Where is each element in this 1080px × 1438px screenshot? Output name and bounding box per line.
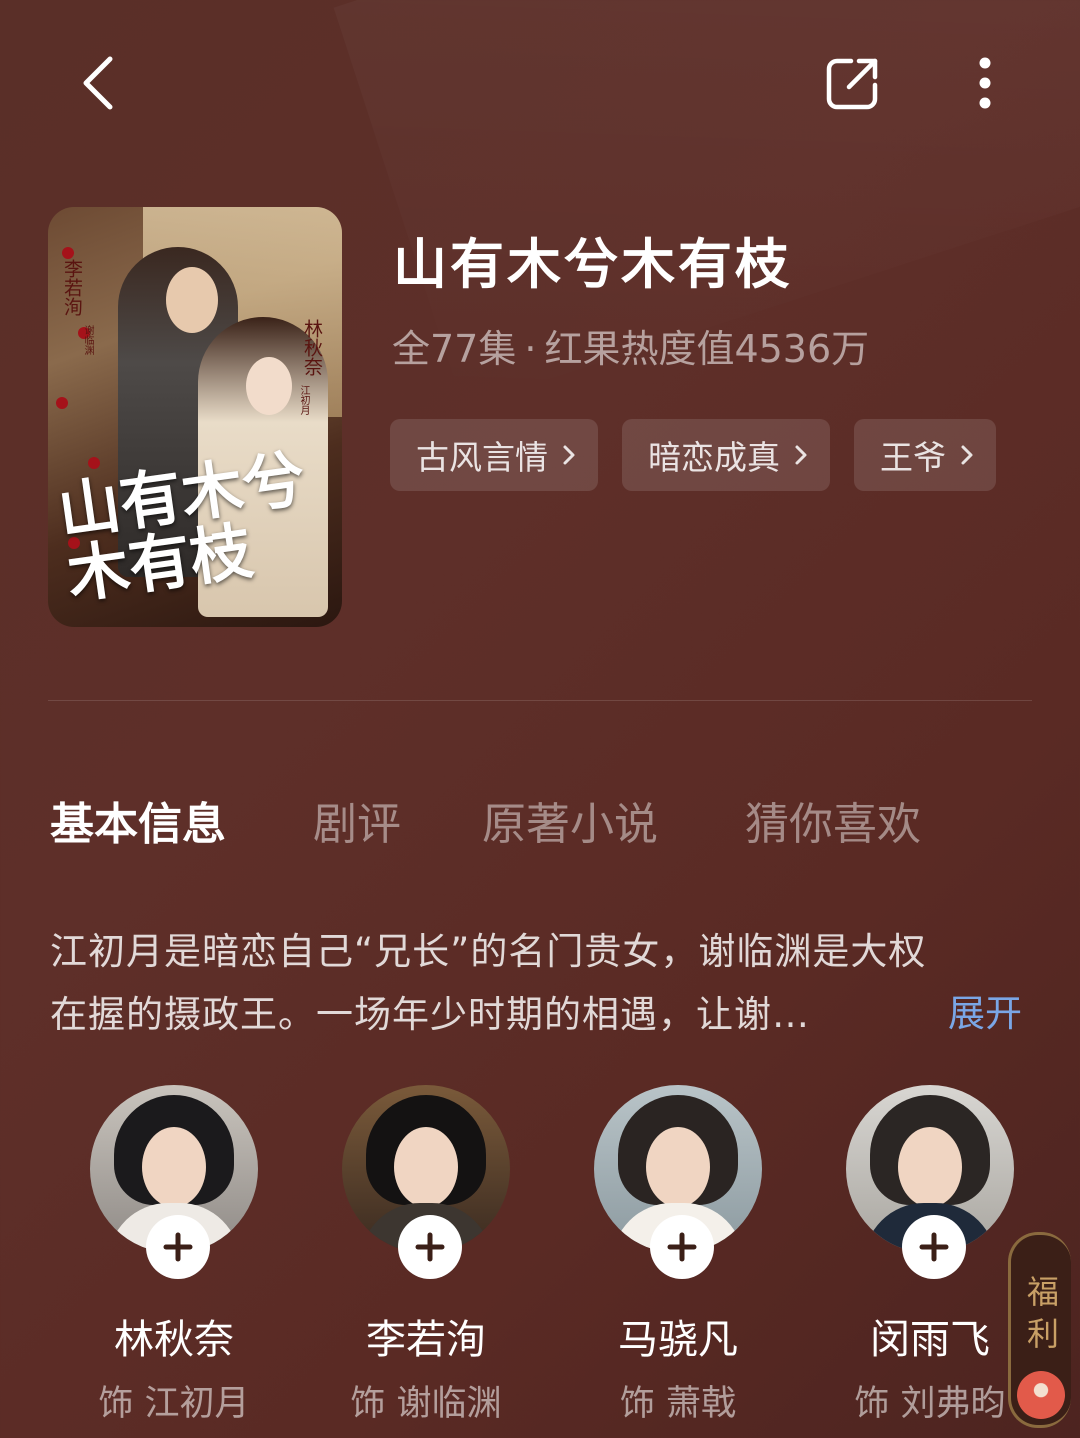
drama-title: 山有木兮木有枝 (393, 233, 792, 296)
follow-button[interactable] (146, 1215, 210, 1279)
synopsis-line: 江初月是暗恋自己“兄长”的名门贵女，谢临渊是大权 (50, 930, 927, 973)
blossom (62, 247, 74, 259)
tag-label: 古风言情 (416, 438, 548, 477)
welfare-floating-button[interactable]: 福利 (1008, 1232, 1071, 1428)
episode-count: 全77集 (392, 327, 517, 371)
tag-list: 古风言情 暗恋成真 王爷 (390, 419, 996, 491)
poster-credit-right-name: 林秋奈 (301, 319, 323, 376)
poster-credit-left-name: 李若洵 (61, 259, 83, 316)
plus-icon (919, 1232, 949, 1262)
tab-original-novel[interactable]: 原著小说 (482, 788, 658, 852)
cast-name: 李若洵 (366, 1317, 486, 1363)
blossom (56, 397, 68, 409)
tag-chip[interactable]: 王爷 (854, 419, 996, 491)
cast-name: 林秋奈 (114, 1317, 234, 1363)
synopsis: 江初月是暗恋自己“兄长”的名门贵女，谢临渊是大权 在握的摄政王。一场年少时期的相… (50, 920, 1030, 1046)
tag-label: 暗恋成真 (648, 438, 780, 477)
cast-list: 林秋奈 饰 江初月 李若洵 饰 谢临渊 马骁凡 饰 萧戟 闵雨飞 饰 刘弗昀 (0, 1085, 1080, 1425)
more-vertical-icon (979, 57, 991, 108)
avatar-face (898, 1127, 962, 1207)
cast-role: 饰 江初月 (98, 1384, 250, 1424)
follow-button[interactable] (650, 1215, 714, 1279)
drama-meta: 全77集 · 红果热度值4536万 (392, 318, 869, 373)
avatar-face (394, 1127, 458, 1207)
drama-poster[interactable]: 李若洵 谢临渊 林秋奈 江初月 山有木兮木有枝 (48, 207, 342, 627)
cast-name: 马骁凡 (618, 1317, 738, 1363)
meta-separator: · (524, 327, 537, 371)
follow-button[interactable] (902, 1215, 966, 1279)
info-tabs: 基本信息 剧评 原著小说 猜你喜欢 (50, 788, 1050, 850)
follow-button[interactable] (398, 1215, 462, 1279)
poster-credit-right-role: 江初月 (298, 385, 309, 415)
poster-female-face (246, 357, 292, 415)
heat-value: 红果热度值4536万 (544, 327, 870, 371)
share-button[interactable] (815, 45, 890, 120)
chevron-right-icon (563, 445, 575, 465)
chevron-right-icon (961, 445, 973, 465)
back-button[interactable] (60, 45, 135, 120)
red-envelope-icon (1017, 1371, 1065, 1419)
tab-basic-info[interactable]: 基本信息 (50, 788, 226, 852)
cast-role: 饰 谢临渊 (350, 1384, 502, 1424)
chevron-right-icon (795, 445, 807, 465)
tag-chip[interactable]: 暗恋成真 (622, 419, 830, 491)
welfare-label: 福利 (1026, 1273, 1059, 1353)
avatar-face (646, 1127, 710, 1207)
poster-credit-left-role: 谢临渊 (82, 325, 93, 355)
expand-synopsis-link[interactable]: 展开 (948, 983, 1022, 1037)
avatar-face (142, 1127, 206, 1207)
tag-chip[interactable]: 古风言情 (390, 419, 598, 491)
tab-reviews[interactable]: 剧评 (313, 788, 401, 852)
poster-male-face (166, 267, 218, 333)
share-icon (826, 58, 877, 109)
blossom (88, 457, 100, 469)
synopsis-line: 在握的摄政王。一场年少时期的相遇，让谢… (50, 993, 810, 1036)
plus-icon (667, 1232, 697, 1262)
tag-label: 王爷 (880, 438, 946, 477)
back-arrow-icon (83, 56, 112, 109)
plus-icon (163, 1232, 193, 1262)
more-options-button[interactable] (950, 45, 1020, 120)
section-divider (48, 700, 1032, 701)
top-bar (0, 0, 1080, 165)
tab-recommendations[interactable]: 猜你喜欢 (745, 788, 921, 852)
plus-icon (415, 1232, 445, 1262)
cast-role: 饰 萧戟 (619, 1384, 737, 1424)
